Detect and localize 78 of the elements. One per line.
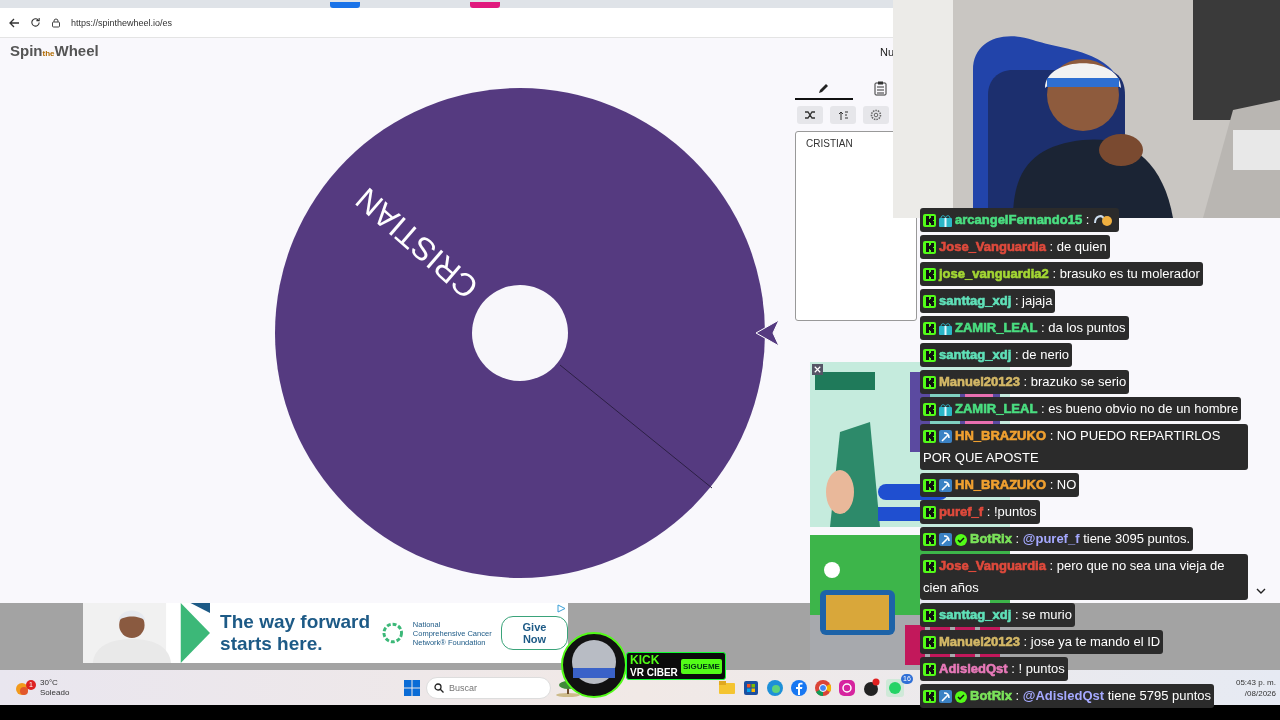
- ad-headline: The way forward starts here.: [220, 611, 371, 655]
- give-now-button[interactable]: Give Now: [501, 616, 568, 650]
- kick-badge-icon: [923, 214, 936, 227]
- kick-badge-icon: [923, 430, 936, 443]
- chat-message: HN_BRAZUKO : NO PUEDO REPARTIRLOS POR QUE APOSTE: [920, 424, 1248, 470]
- reload-icon[interactable]: [30, 17, 41, 28]
- site-info-icon[interactable]: [51, 17, 61, 28]
- chat-message: santtag_xdj : se murio: [920, 603, 1075, 627]
- chat-message: HN_BRAZUKO : NO: [920, 473, 1080, 497]
- app-icon[interactable]: [861, 677, 881, 698]
- tool-button[interactable]: [797, 106, 823, 124]
- temperature: 30°C: [40, 677, 59, 688]
- kick-badge-icon: [923, 663, 936, 676]
- shuffle-icon: [805, 111, 815, 119]
- adchoices-icon[interactable]: [557, 604, 566, 613]
- clipboard-icon: [873, 80, 887, 96]
- chat-message: arcangelFernando15 :: [920, 208, 1120, 232]
- chat-message: AdisledQst : ! puntos: [920, 657, 1068, 681]
- verified-badge-icon: [955, 534, 967, 546]
- panel-heading: Nu: [879, 45, 896, 60]
- kick-badge-icon: [923, 506, 936, 519]
- foundation-logo-icon: [381, 621, 405, 645]
- chat-message: Manuel20123 : brazuko se serio: [920, 370, 1130, 394]
- gift-badge-icon: [939, 403, 952, 416]
- sort-icon: [838, 110, 848, 120]
- gift-badge-icon: [939, 322, 952, 335]
- kick-badge-icon: [923, 403, 936, 416]
- kick-badge-icon: [923, 295, 936, 308]
- search-icon: [434, 682, 444, 693]
- chat-message: santtag_xdj : jajaja: [920, 289, 1056, 313]
- kick-brand: KICK: [630, 654, 661, 667]
- windows-start-icon[interactable]: [404, 679, 420, 696]
- pickaxe-badge-icon: [939, 430, 952, 443]
- chat-message: Jose_Vanguardia : de quien: [920, 235, 1110, 259]
- follow-button[interactable]: SIGUEME: [680, 658, 722, 674]
- chat-message: Manuel20123 : jose ya te mando el ID: [920, 630, 1164, 654]
- kick-badge-icon: [923, 322, 936, 335]
- chevron-down-icon[interactable]: [1256, 588, 1266, 595]
- chat-message: ZAMIR_LEAL : da los puntos: [920, 316, 1129, 340]
- kick-badge-icon: [923, 241, 936, 254]
- wheel-pointer-icon: [755, 319, 780, 347]
- facebook-icon[interactable]: [789, 677, 809, 698]
- chat-message: ZAMIR_LEAL : es bueno obvio no de un hombre: [920, 397, 1242, 421]
- back-icon[interactable]: [8, 16, 20, 29]
- verified-badge-icon: [955, 691, 967, 703]
- tool-button[interactable]: [863, 106, 889, 124]
- kick-badge-icon: [923, 560, 936, 573]
- chat-message: puref_f : !puntos: [920, 500, 1040, 524]
- chat-message: Jose_Vanguardia : pero que no sea una vieja de cien años: [920, 554, 1248, 600]
- pickaxe-badge-icon: [939, 533, 952, 546]
- chat-message: BotRix : @AdisledQst tiene 5795 puntos: [920, 684, 1215, 708]
- clock-date[interactable]: /08/2026: [1235, 688, 1276, 699]
- chat-message: jose_vanguardia2 : brasuko es tu molerador: [920, 262, 1203, 286]
- kick-badge-icon: [923, 636, 936, 649]
- search-field[interactable]: Buscar: [426, 676, 551, 699]
- clock-time[interactable]: 05:43 p. m.: [1235, 677, 1276, 688]
- kick-badge-icon: [923, 479, 936, 492]
- pencil-icon: [818, 82, 830, 94]
- address-bar-url[interactable]: https://spinthewheel.io/es: [71, 17, 173, 28]
- kick-badge-icon: [923, 376, 936, 389]
- channel-name: VR CIBER: [630, 666, 678, 678]
- gift-badge-icon: [939, 214, 952, 227]
- kick-badge-icon: [923, 690, 936, 703]
- pickaxe-badge-icon: [939, 479, 952, 492]
- spin-the-wheel-logo[interactable]: SpintheWheel: [0, 42, 795, 62]
- pickaxe-badge-icon: [939, 690, 952, 703]
- chrome-icon[interactable]: [813, 677, 833, 698]
- kick-badge-icon: [923, 609, 936, 622]
- kick-badge-icon: [923, 349, 936, 362]
- gear-icon: [870, 109, 882, 121]
- kick-badge-icon: [923, 533, 936, 546]
- chat-message: BotRix : @puref_f tiene 3095 puntos.: [920, 527, 1194, 551]
- close-icon[interactable]: [812, 364, 823, 375]
- kick-badge-icon: [923, 268, 936, 281]
- instagram-icon[interactable]: [837, 677, 857, 698]
- chat-message: santtag_xdj : de nerio: [920, 343, 1073, 367]
- weather-condition: Soleado: [40, 687, 70, 698]
- entries-field[interactable]: CRISTIAN: [795, 131, 917, 321]
